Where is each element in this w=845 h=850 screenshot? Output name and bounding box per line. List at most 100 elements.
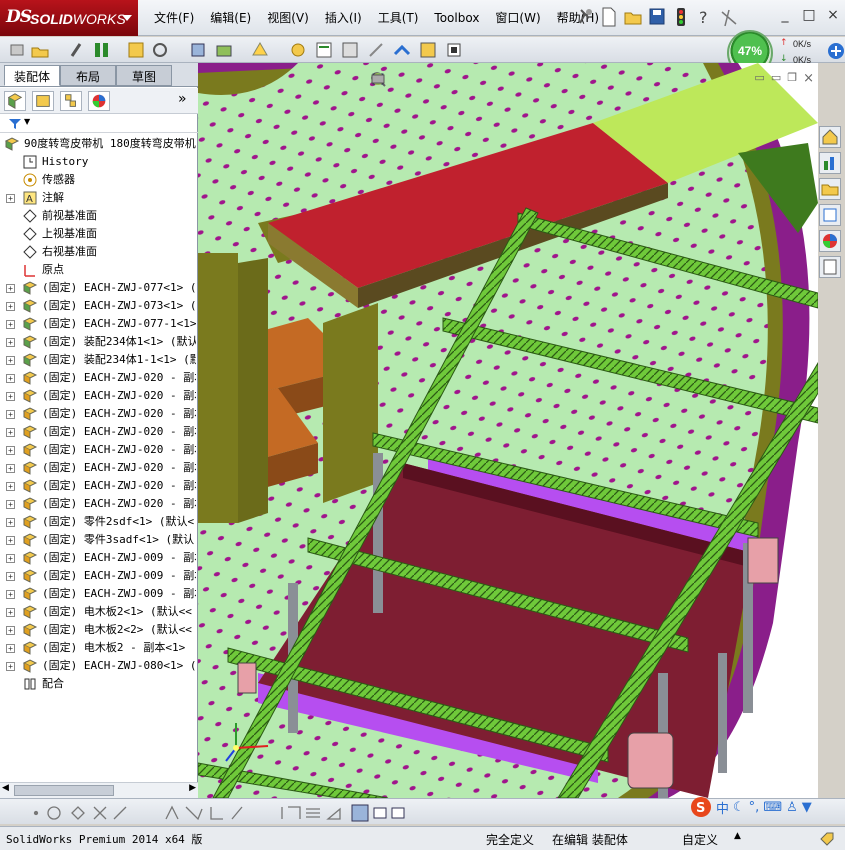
tree-node[interactable]: + (固定) EACH-ZWJ-020 - 副本 <box>0 441 196 459</box>
menu-tools[interactable]: 工具(T) <box>370 10 427 26</box>
tree-node[interactable]: + (固定) EACH-ZWJ-080<1> (默 <box>0 657 196 675</box>
expand-node-icon[interactable]: + <box>6 572 15 581</box>
expand-node-icon[interactable]: + <box>6 320 15 329</box>
scroll-thumb[interactable] <box>14 785 114 796</box>
new-document-icon[interactable] <box>599 6 619 28</box>
tab-sketch[interactable]: 草图 <box>116 65 172 86</box>
tab-layout[interactable]: 布局 <box>60 65 116 86</box>
expand-node-icon[interactable]: + <box>6 662 15 671</box>
expand-node-icon[interactable]: + <box>6 392 15 401</box>
reference-geometry-icon[interactable] <box>250 40 270 60</box>
menu-insert[interactable]: 插入(I) <box>317 10 370 26</box>
expand-node-icon[interactable]: + <box>6 590 15 599</box>
view-settings-icon[interactable] <box>370 71 386 87</box>
tree-node[interactable]: + (固定) EACH-ZWJ-077<1> (默 <box>0 279 196 297</box>
close-icon[interactable]: × <box>825 8 841 24</box>
configuration-manager-icon[interactable] <box>60 91 82 111</box>
cad-model-render[interactable] <box>198 63 818 798</box>
hole-alignment-icon[interactable] <box>444 40 464 60</box>
expand-node-icon[interactable]: + <box>6 302 15 311</box>
tree-node[interactable]: 配合 <box>0 675 196 693</box>
expand-node-icon[interactable]: + <box>6 518 15 527</box>
clearance-verification-icon[interactable] <box>418 40 438 60</box>
expand-node-icon[interactable]: + <box>6 428 15 437</box>
restore-icon[interactable]: □ <box>801 8 817 24</box>
scroll-right-icon[interactable]: ▶ <box>189 783 196 793</box>
tree-node[interactable]: + (固定) 装配234体1<1> (默认 <box>0 333 196 351</box>
tree-node[interactable]: + (固定) EACH-ZWJ-020 - 副本 <box>0 495 196 513</box>
viewport-restore-icon[interactable]: ❐ <box>787 71 797 86</box>
interference-detection-icon[interactable] <box>392 40 412 60</box>
feature-tree-icon[interactable] <box>4 91 26 111</box>
tree-node[interactable]: + (固定) 电木板2<1> (默认<< <box>0 603 196 621</box>
bill-of-materials-icon[interactable] <box>314 40 334 60</box>
explode-line-sketch-icon[interactable] <box>366 40 386 60</box>
expand-node-icon[interactable]: + <box>6 482 15 491</box>
tree-node[interactable]: + (固定) EACH-ZWJ-020 - 副本 <box>0 423 196 441</box>
expand-node-icon[interactable]: + <box>6 536 15 545</box>
component-pattern-icon[interactable] <box>126 40 146 60</box>
exploded-view-icon[interactable] <box>340 40 360 60</box>
mate-icon[interactable] <box>92 40 112 60</box>
horizontal-scrollbar[interactable]: ◀ ▶ <box>0 782 198 798</box>
menu-edit[interactable]: 编辑(E) <box>202 10 259 26</box>
menu-view[interactable]: 视图(V) <box>259 10 317 26</box>
expand-node-icon[interactable]: + <box>6 554 15 563</box>
expand-node-icon[interactable]: + <box>6 644 15 653</box>
tree-node[interactable]: + (固定) EACH-ZWJ-020 - 副本 <box>0 405 196 423</box>
appearances-icon[interactable] <box>819 230 841 252</box>
ime-punctuation-icon[interactable]: °, <box>749 800 760 815</box>
file-explorer-icon[interactable] <box>819 178 841 200</box>
tree-node[interactable]: + (固定) EACH-ZWJ-020 - 副本 <box>0 477 196 495</box>
sogou-ime-icon[interactable]: S <box>690 796 712 818</box>
tree-node[interactable]: + (固定) 零件2sdf<1> (默认< <box>0 513 196 531</box>
tree-node[interactable]: 上视基准面 <box>0 225 196 243</box>
ime-moon-icon[interactable]: ☾ <box>733 800 745 815</box>
help-icon[interactable]: ? <box>695 6 715 28</box>
property-manager-icon[interactable] <box>32 91 54 111</box>
expand-node-icon[interactable]: + <box>6 194 15 203</box>
pin-icon[interactable] <box>575 6 595 28</box>
filter-dropdown-icon[interactable]: ▼ <box>24 117 30 126</box>
tree-node[interactable]: + (固定) 电木板2 - 副本<1> <box>0 639 196 657</box>
rebuild-tag-icon[interactable] <box>818 830 836 848</box>
rebuild-traffic-light-icon[interactable] <box>671 6 691 28</box>
expand-node-icon[interactable]: + <box>6 284 15 293</box>
design-library-icon[interactable] <box>819 152 841 174</box>
open-folder-icon[interactable] <box>623 6 643 28</box>
tree-node[interactable]: + (固定) EACH-ZWJ-020 - 副本 <box>0 459 196 477</box>
tree-node[interactable]: + (固定) EACH-ZWJ-020 - 副本 <box>0 369 196 387</box>
ime-user-icon[interactable]: ♙ <box>786 800 798 815</box>
tree-node[interactable]: 传感器 <box>0 171 196 189</box>
insert-component-icon[interactable] <box>30 40 50 60</box>
tree-node[interactable]: 右视基准面 <box>0 243 196 261</box>
tree-node[interactable]: 原点 <box>0 261 196 279</box>
tree-node[interactable]: + (固定) EACH-ZWJ-077-1<1> <box>0 315 196 333</box>
expand-node-icon[interactable]: + <box>6 464 15 473</box>
expand-node-icon[interactable]: + <box>6 626 15 635</box>
minimize-icon[interactable]: _ <box>777 8 793 24</box>
tree-root[interactable]: 90度转弯皮带机 180度转弯皮带机 <box>0 135 196 153</box>
expand-node-icon[interactable]: + <box>6 500 15 509</box>
tree-node[interactable]: 前视基准面 <box>0 207 196 225</box>
display-manager-icon[interactable] <box>88 91 110 111</box>
menu-file[interactable]: 文件(F) <box>146 10 202 26</box>
ime-keyboard-icon[interactable]: ⌨ <box>763 800 782 815</box>
tree-node[interactable]: + A 注解 <box>0 189 196 207</box>
menu-toolbox[interactable]: Toolbox <box>426 10 487 26</box>
viewport-close-icon[interactable]: × <box>803 71 814 86</box>
add-icon[interactable] <box>827 42 845 60</box>
expand-node-icon[interactable]: + <box>6 410 15 419</box>
viewport-tile-icon[interactable]: ▭ <box>771 71 781 86</box>
smart-fasteners-icon[interactable] <box>188 40 208 60</box>
solidworks-logo[interactable]: DS SOLIDWORKS <box>0 0 138 36</box>
ime-shirt-icon[interactable]: ▼ <box>802 800 812 815</box>
tree-node[interactable]: + (固定) EACH-ZWJ-009 - 副本 <box>0 585 196 603</box>
scroll-left-icon[interactable]: ◀ <box>2 783 9 793</box>
ime-language[interactable]: 中 <box>716 798 729 817</box>
expand-node-icon[interactable]: + <box>6 356 15 365</box>
tree-node[interactable]: + (固定) EACH-ZWJ-009 - 副本 <box>0 549 196 567</box>
expand-node-icon[interactable]: + <box>6 374 15 383</box>
viewport-minimize-icon[interactable]: ▭ <box>754 71 764 86</box>
settings-icon[interactable] <box>719 6 739 28</box>
